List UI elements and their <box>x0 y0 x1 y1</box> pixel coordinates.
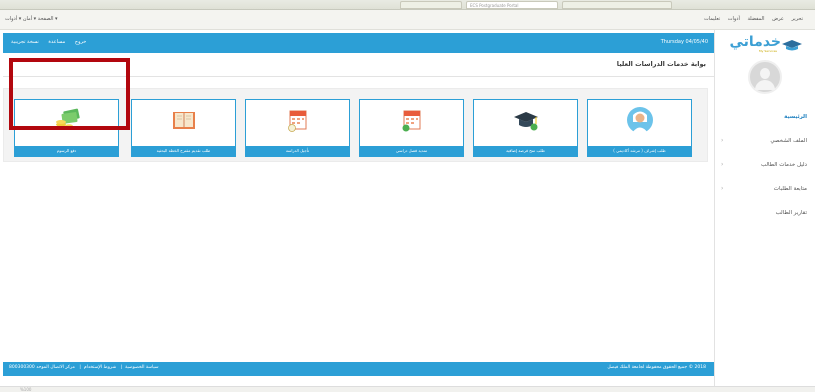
top-bar: خروج مساعدة نسخة تجريبية Thursday 04/05/… <box>3 33 714 53</box>
sidebar-item-label: تقارير الطالب <box>775 210 807 216</box>
menu-help[interactable]: تعليمات <box>704 16 720 22</box>
sidebar-item-reports[interactable]: تقارير الطالب <box>715 206 815 230</box>
footer: سياسة الخصوصية| شروط الإستخدام| مركز الا… <box>3 362 714 376</box>
sidebar: خدماتي My Services الرئيسية الملف الشخصي… <box>714 30 815 386</box>
zoom-level[interactable]: %100 <box>20 387 31 392</box>
privacy-link[interactable]: سياسة الخصوصية <box>125 365 158 370</box>
menu-favorites[interactable]: المفضلة <box>747 16 764 22</box>
menu-tools[interactable]: أدوات <box>728 16 740 22</box>
card-label: طلب إشراف ( مرشد أكاديمي ) <box>588 146 691 156</box>
logo-text: خدماتي <box>729 34 781 50</box>
browser-status-bar: %100 <box>0 386 815 392</box>
menu-edit[interactable]: تحرير <box>791 16 803 22</box>
chevron-icon: ‹ <box>721 161 724 168</box>
logo-subtitle: My Services <box>759 49 777 53</box>
sidebar-item-label: دليل خدمات الطالب <box>760 162 807 168</box>
chevron-icon: ‹ <box>721 137 724 144</box>
beta-link[interactable]: نسخة تجريبية <box>11 39 39 45</box>
page-title: بوابة خدمات الدراسات العليا <box>616 60 706 68</box>
graduation-cap-logo-icon <box>782 40 802 51</box>
sidebar-item-home[interactable]: الرئيسية <box>715 110 815 134</box>
avatar[interactable] <box>748 60 782 94</box>
sidebar-item-label: الملف الشخصي <box>770 138 807 144</box>
service-card-extra-chance[interactable]: طلب منح فرصة إضافية <box>473 99 578 157</box>
card-label: طلب منح فرصة إضافية <box>474 146 577 156</box>
current-date: Thursday 04/05/40 <box>660 39 708 45</box>
sidebar-item-requests[interactable]: متابعة الطلبات ‹ <box>715 182 815 206</box>
card-label: دفع الرسوم <box>15 146 118 156</box>
service-card-research-proposal[interactable]: طلب تقديم مقترح الخطة البحثية <box>131 99 236 157</box>
sidebar-item-label: متابعة الطلبات <box>773 186 807 192</box>
service-card-extend-semester[interactable]: تمديد فصل دراسي <box>359 99 464 157</box>
service-card-supervision[interactable]: طلب إشراف ( مرشد أكاديمي ) <box>587 99 692 157</box>
command-bar[interactable]: الصفحة ▾ أمان ▾ أدوات ▾ <box>5 16 58 22</box>
sidebar-item-services-guide[interactable]: دليل خدمات الطالب ‹ <box>715 158 815 182</box>
call-center-link[interactable]: مركز الاتصال الموحد 800300300 <box>9 365 75 370</box>
sidebar-item-label: الرئيسية <box>784 114 807 120</box>
top-links: خروج مساعدة نسخة تجريبية <box>11 39 94 45</box>
help-link[interactable]: مساعدة <box>48 39 65 45</box>
person-icon <box>626 107 653 133</box>
graduation-cap-icon <box>513 112 538 131</box>
browser-tab-strip: ECS Postgraduate Portal <box>0 0 815 10</box>
open-book-icon <box>172 112 195 129</box>
browser-tab[interactable] <box>562 1 672 9</box>
logout-link[interactable]: خروج <box>75 39 87 45</box>
card-label: تمديد فصل دراسي <box>360 146 463 156</box>
footer-links: سياسة الخصوصية| شروط الإستخدام| مركز الا… <box>9 365 159 370</box>
calendar-clock-icon <box>287 110 306 132</box>
service-card-postpone-study[interactable]: تأجيل الدراسة <box>245 99 350 157</box>
site-logo[interactable]: خدماتي My Services <box>725 34 805 56</box>
highlight-box <box>9 58 130 130</box>
menu-view[interactable]: عرض <box>772 16 784 22</box>
copyright: 2018 © جميع الحقوق محفوظة لجامعة الملك ف… <box>607 365 706 370</box>
browser-tab[interactable] <box>400 1 462 9</box>
calendar-plus-icon <box>402 110 420 132</box>
browser-tab-active[interactable]: ECS Postgraduate Portal <box>466 1 558 9</box>
browser-toolbar: الصفحة ▾ أمان ▾ أدوات ▾ تحرير عرض المفضل… <box>0 10 815 30</box>
terms-link[interactable]: شروط الإستخدام <box>84 365 116 370</box>
chevron-icon: ‹ <box>721 185 724 192</box>
side-nav: الرئيسية الملف الشخصي ‹ دليل خدمات الطال… <box>715 110 815 230</box>
browser-menu: تحرير عرض المفضلة أدوات تعليمات <box>698 16 803 22</box>
card-label: طلب تقديم مقترح الخطة البحثية <box>132 146 235 156</box>
sidebar-item-profile[interactable]: الملف الشخصي ‹ <box>715 134 815 158</box>
card-label: تأجيل الدراسة <box>246 146 349 156</box>
